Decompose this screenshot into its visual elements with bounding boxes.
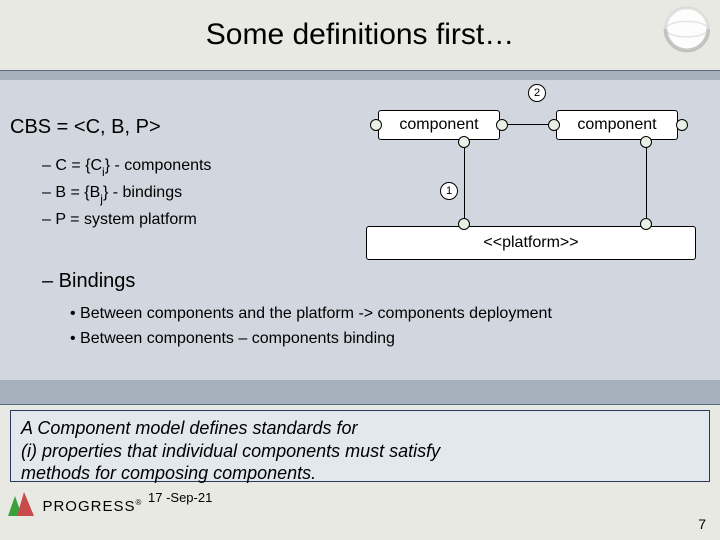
definition-line: CBS = <C, B, P>	[10, 116, 161, 139]
port-icon	[458, 136, 470, 148]
port-icon	[676, 119, 688, 131]
progress-logo: PROGRESS®	[8, 492, 142, 521]
component-box-a: component	[378, 110, 500, 140]
connector-line	[646, 148, 647, 218]
port-icon	[548, 119, 560, 131]
bullet-p: – P = system platform	[42, 208, 211, 232]
bullet-b-pre: – B = {B	[42, 184, 100, 201]
progress-wordmark: PROGRESS®	[42, 498, 142, 515]
summary-line3: methods for composing components.	[21, 462, 699, 485]
progress-mark-icon	[8, 492, 34, 521]
bullet-b-post: } - bindings	[103, 184, 182, 201]
brand-text: PROGRESS	[42, 498, 135, 515]
bullet-c-pre: – C = {C	[42, 157, 102, 174]
summary-line1: A Component model defines standards for	[21, 417, 699, 440]
bullet-c-sub: i	[102, 165, 105, 179]
bindings-line2: • Between components – components bindin…	[70, 327, 552, 350]
connector-line	[508, 124, 548, 125]
corner-globe-icon	[654, 4, 712, 62]
brand-registered: ®	[135, 498, 142, 507]
port-icon	[640, 218, 652, 230]
port-icon	[496, 119, 508, 131]
summary-box: A Component model defines standards for …	[10, 410, 710, 482]
bindings-heading: – Bindings	[42, 270, 135, 293]
component-diagram: component component <<platform>> 2 1	[350, 86, 710, 266]
port-icon	[458, 218, 470, 230]
platform-box: <<platform>>	[366, 226, 696, 260]
bullet-c-post: } - components	[105, 157, 212, 174]
bullet-c: – C = {Ci} - components	[42, 154, 211, 179]
port-icon	[640, 136, 652, 148]
summary-line2: (i) properties that individual component…	[21, 440, 699, 463]
definition-bullets: – C = {Ci} - components – B = {Bj} - bin…	[42, 154, 211, 234]
bullet-b-sub: j	[100, 192, 103, 206]
diagram-label-2: 2	[528, 84, 546, 102]
component-box-b: component	[556, 110, 678, 140]
bullet-b: – B = {Bj} - bindings	[42, 181, 211, 206]
diagram-label-1: 1	[440, 182, 458, 200]
bindings-line1: • Between components and the platform ->…	[70, 302, 552, 325]
slide-number: 7	[698, 516, 706, 532]
footer-date: 17 -Sep-21	[148, 490, 212, 505]
slide-title: Some definitions first…	[0, 18, 720, 52]
bindings-sublist: • Between components and the platform ->…	[70, 302, 552, 352]
port-icon	[370, 119, 382, 131]
connector-line	[464, 148, 465, 218]
